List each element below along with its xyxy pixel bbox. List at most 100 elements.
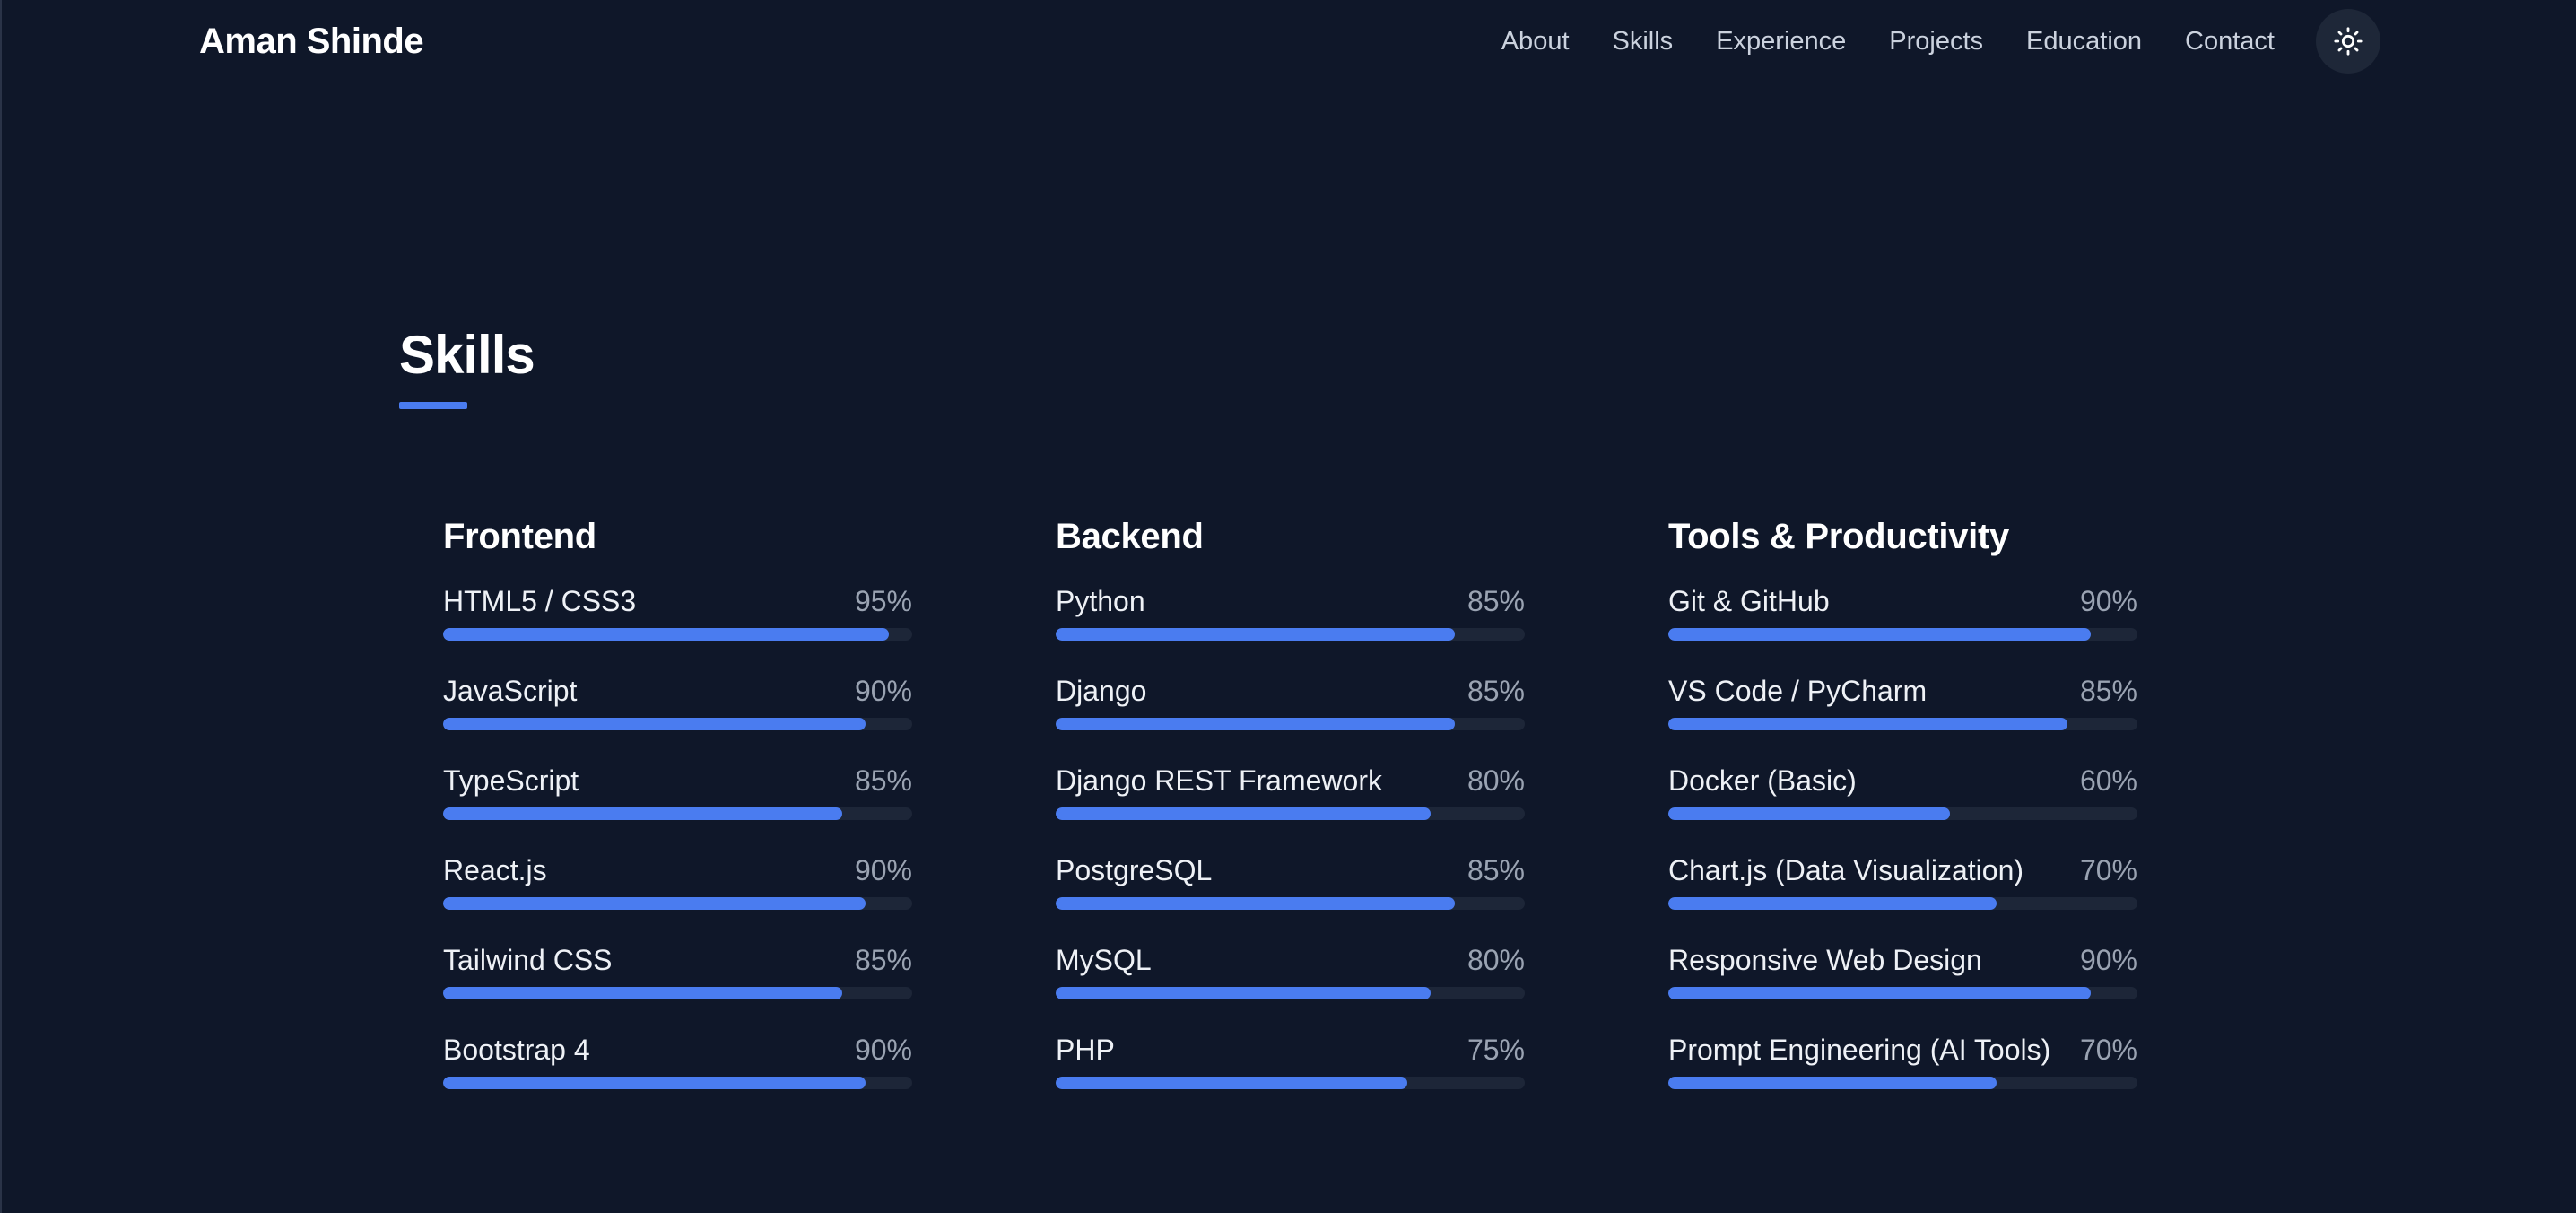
- skill-name: Chart.js (Data Visualization): [1668, 854, 2024, 886]
- nav-link-about[interactable]: About: [1501, 25, 1570, 57]
- skill-name: VS Code / PyCharm: [1668, 675, 1928, 707]
- progress-track: [1668, 987, 2137, 999]
- column-title: Tools & Productivity: [1668, 517, 2009, 556]
- skill-item: PHP 75%: [1056, 1032, 1525, 1089]
- skill-name: Django REST Framework: [1056, 764, 1382, 797]
- progress-fill: [1668, 628, 2091, 641]
- skill-percent: 90%: [854, 854, 912, 886]
- skill-item: PostgreSQL 85%: [1056, 852, 1525, 910]
- skill-column-frontend: Frontend HTML5 / CSS3 95% JavaScript 90% T…: [443, 513, 912, 1121]
- nav-link-projects[interactable]: Projects: [1889, 25, 1983, 57]
- skill-item: Chart.js (Data Visualization) 70%: [1668, 852, 2137, 910]
- skill-name: Python: [1056, 585, 1145, 617]
- skill-item: MySQL 80%: [1056, 942, 1525, 999]
- skill-percent: 85%: [1466, 675, 1525, 707]
- skill-name: Docker (Basic): [1668, 764, 1857, 797]
- skill-percent: 90%: [854, 1034, 912, 1066]
- skill-item: Prompt Engineering (AI Tools) 70%: [1668, 1032, 2137, 1089]
- skill-percent: 85%: [854, 944, 912, 976]
- progress-fill: [443, 628, 889, 641]
- skill-name: Django: [1056, 675, 1147, 707]
- skill-name: Bootstrap 4: [443, 1034, 590, 1066]
- skill-name: Responsive Web Design: [1668, 944, 1982, 976]
- nav-link-education[interactable]: Education: [2026, 25, 2142, 57]
- skill-item: Tailwind CSS 85%: [443, 942, 912, 999]
- progress-fill: [1056, 718, 1455, 730]
- skill-percent: 75%: [1466, 1034, 1525, 1066]
- skill-percent: 70%: [2079, 1034, 2137, 1066]
- progress-fill: [443, 1077, 866, 1089]
- progress-track: [443, 987, 912, 999]
- skill-item: Django REST Framework 80%: [1056, 763, 1525, 820]
- skill-item: Responsive Web Design 90%: [1668, 942, 2137, 999]
- nav-links: About Skills Experience Projects Educati…: [1501, 25, 2275, 57]
- progress-fill: [1668, 1077, 1997, 1089]
- skill-percent: 85%: [854, 764, 912, 797]
- skill-percent: 70%: [2079, 854, 2137, 886]
- skill-percent: 85%: [2079, 675, 2137, 707]
- progress-fill: [1668, 987, 2091, 999]
- skill-percent: 80%: [1466, 764, 1525, 797]
- progress-fill: [1668, 897, 1997, 910]
- skill-item: Django 85%: [1056, 673, 1525, 730]
- progress-fill: [1668, 807, 1950, 820]
- skill-item: JavaScript 90%: [443, 673, 912, 730]
- progress-fill: [1056, 1077, 1408, 1089]
- skill-name: TypeScript: [443, 764, 579, 797]
- skill-item: VS Code / PyCharm 85%: [1668, 673, 2137, 730]
- progress-track: [443, 1077, 912, 1089]
- progress-track: [1668, 718, 2137, 730]
- skill-name: HTML5 / CSS3: [443, 585, 637, 617]
- skills-columns: Frontend HTML5 / CSS3 95% JavaScript 90% T…: [443, 513, 2137, 1121]
- skill-name: MySQL: [1056, 944, 1152, 976]
- progress-track: [443, 897, 912, 910]
- progress-fill: [1056, 987, 1432, 999]
- progress-track: [1056, 628, 1525, 641]
- skill-name: Git & GitHub: [1668, 585, 1830, 617]
- skill-item: Python 85%: [1056, 583, 1525, 641]
- progress-track: [1056, 897, 1525, 910]
- skill-item: TypeScript 85%: [443, 763, 912, 820]
- progress-track: [1056, 807, 1525, 820]
- skill-item: Bootstrap 4 90%: [443, 1032, 912, 1089]
- skill-name: React.js: [443, 854, 547, 886]
- sun-icon: [2334, 27, 2363, 56]
- progress-track: [1056, 987, 1525, 999]
- progress-track: [1668, 897, 2137, 910]
- column-title: Backend: [1056, 517, 1204, 556]
- progress-track: [1668, 1077, 2137, 1089]
- portfolio-page: Aman Shinde About Skills Experience Proj…: [0, 0, 2576, 1213]
- progress-fill: [443, 987, 842, 999]
- skill-item: HTML5 / CSS3 95%: [443, 583, 912, 641]
- theme-toggle-button[interactable]: [2316, 9, 2380, 74]
- progress-track: [1668, 628, 2137, 641]
- skill-name: Prompt Engineering (AI Tools): [1668, 1034, 2051, 1066]
- skill-column-tools: Tools & Productivity Git & GitHub 90% VS …: [1668, 513, 2137, 1121]
- progress-track: [443, 718, 912, 730]
- progress-fill: [1056, 807, 1432, 820]
- skill-item: Git & GitHub 90%: [1668, 583, 2137, 641]
- skill-percent: 90%: [854, 675, 912, 707]
- progress-track: [443, 807, 912, 820]
- progress-fill: [1668, 718, 2067, 730]
- nav-link-skills[interactable]: Skills: [1613, 25, 1674, 57]
- skill-item: Docker (Basic) 60%: [1668, 763, 2137, 820]
- skill-column-backend: Backend Python 85% Django 85% Django REST …: [1056, 513, 1525, 1121]
- brand-logo[interactable]: Aman Shinde: [199, 20, 424, 63]
- skill-percent: 85%: [1466, 585, 1525, 617]
- skill-percent: 60%: [2079, 764, 2137, 797]
- progress-track: [1668, 807, 2137, 820]
- skill-percent: 95%: [854, 585, 912, 617]
- section-title: Skills: [399, 325, 535, 385]
- skill-percent: 85%: [1466, 854, 1525, 886]
- title-underline: [399, 402, 467, 409]
- skill-percent: 90%: [2079, 585, 2137, 617]
- column-title: Frontend: [443, 517, 596, 556]
- nav-link-experience[interactable]: Experience: [1716, 25, 1846, 57]
- progress-fill: [1056, 628, 1455, 641]
- nav-link-contact[interactable]: Contact: [2185, 25, 2275, 57]
- skill-name: JavaScript: [443, 675, 578, 707]
- skill-name: Tailwind CSS: [443, 944, 613, 976]
- progress-track: [1056, 1077, 1525, 1089]
- skill-percent: 90%: [2079, 944, 2137, 976]
